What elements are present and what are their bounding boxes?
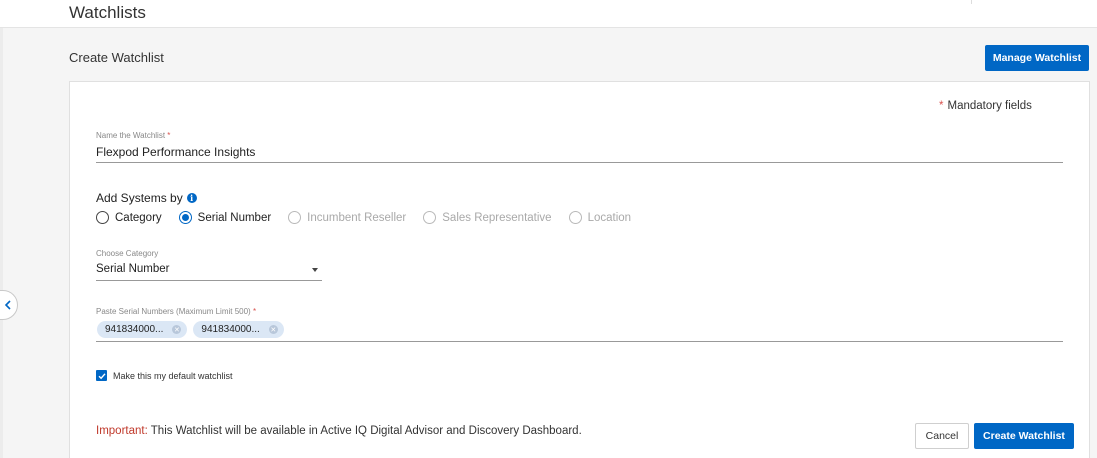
default-watchlist-option[interactable]: Make this my default watchlist [96, 370, 233, 381]
add-systems-radio-group: Category Serial Number Incumbent Reselle… [96, 211, 648, 224]
mandatory-text: Mandatory fields [947, 100, 1032, 112]
create-watchlist-button[interactable]: Create Watchlist [974, 423, 1074, 449]
radio-category[interactable]: Category [96, 211, 162, 224]
mandatory-note: * Mandatory fields [939, 100, 1032, 112]
name-field-underline [96, 162, 1063, 163]
name-field-label: Name the Watchlist * [96, 131, 170, 140]
add-systems-label: Add Systems by [96, 191, 183, 205]
serial-chip-text: 941834000... [201, 324, 260, 335]
section-title: Create Watchlist [69, 50, 164, 65]
top-bar: Watchlists [0, 0, 1097, 28]
check-icon [98, 372, 106, 379]
radio-sales-representative: Sales Representative [423, 211, 552, 224]
radio-button[interactable] [96, 211, 109, 224]
category-select[interactable]: Serial Number [96, 263, 170, 275]
category-field-label: Choose Category [96, 249, 159, 258]
watchlist-name-input[interactable]: Flexpod Performance Insights [96, 145, 255, 159]
name-field-label-text: Name the Watchlist [96, 131, 166, 140]
important-note: Important: This Watchlist will be availa… [96, 425, 582, 437]
radio-label: Location [587, 211, 632, 224]
default-watchlist-checkbox[interactable] [96, 370, 107, 381]
radio-button [288, 211, 302, 224]
serials-field-label: Paste Serial Numbers (Maximum Limit 500)… [96, 307, 256, 316]
add-systems-heading: Add Systems by i [96, 191, 197, 205]
radio-button [568, 211, 582, 224]
form-card [69, 81, 1090, 458]
serials-field-label-text: Paste Serial Numbers (Maximum Limit 500) [96, 307, 251, 316]
chevron-left-icon [4, 300, 11, 310]
page-title: Watchlists [69, 3, 146, 22]
radio-label: Serial Number [197, 211, 272, 224]
serial-chip[interactable]: 941834000... ✕ [97, 321, 188, 338]
important-label: Important: [96, 425, 148, 437]
sidebar-collapse-button[interactable] [0, 290, 18, 320]
required-asterisk: * [252, 307, 257, 316]
serial-chip-list: 941834000... ✕ 941834000... ✕ [97, 321, 284, 338]
radio-button[interactable] [178, 211, 192, 224]
manage-watchlist-button[interactable]: Manage Watchlist [985, 45, 1089, 71]
category-select-underline [96, 280, 322, 281]
close-icon[interactable]: ✕ [268, 325, 278, 334]
radio-label: Sales Representative [442, 211, 552, 224]
radio-button [423, 211, 437, 224]
cancel-button[interactable]: Cancel [915, 423, 969, 449]
serial-chip[interactable]: 941834000... ✕ [193, 321, 284, 338]
radio-serial-number[interactable]: Serial Number [178, 211, 272, 224]
info-icon[interactable]: i [186, 193, 197, 203]
radio-label: Category [115, 211, 162, 224]
radio-label: Incumbent Reseller [307, 211, 407, 224]
required-asterisk: * [939, 100, 944, 112]
important-text: This Watchlist will be available in Acti… [147, 425, 582, 437]
serial-chip-text: 941834000... [105, 324, 164, 335]
left-edge [0, 28, 3, 458]
top-bar-divider [971, 0, 972, 4]
radio-incumbent-reseller: Incumbent Reseller [288, 211, 406, 224]
default-watchlist-label: Make this my default watchlist [113, 370, 233, 381]
required-asterisk: * [167, 131, 171, 140]
serials-field-underline [96, 341, 1063, 342]
radio-location: Location [568, 211, 632, 224]
close-icon[interactable]: ✕ [172, 325, 182, 334]
caret-down-icon[interactable] [312, 268, 318, 272]
